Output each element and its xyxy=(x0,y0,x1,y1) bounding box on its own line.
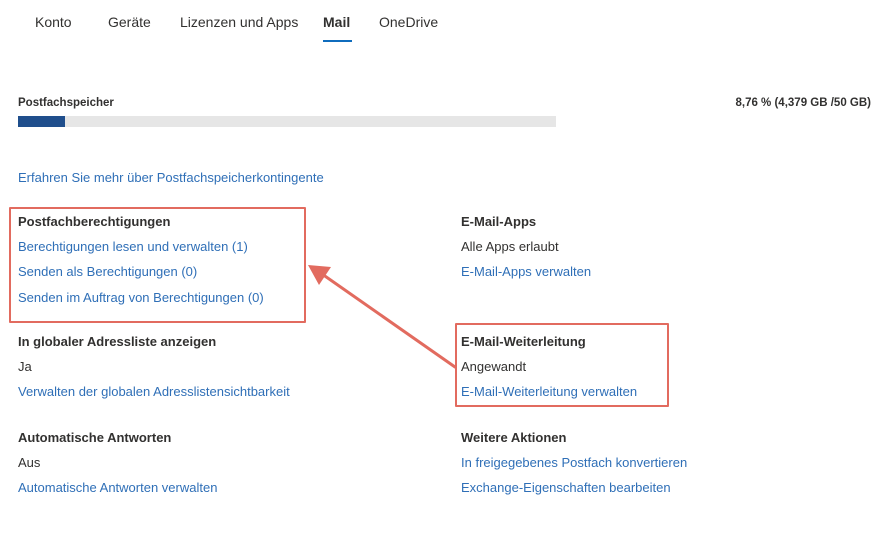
mailbox-storage-bar xyxy=(18,116,556,127)
edit-exchange-properties-link[interactable]: Exchange-Eigenschaften bearbeiten xyxy=(461,480,671,495)
gal-heading: In globaler Adressliste anzeigen xyxy=(18,334,217,349)
mailbox-storage-label: Postfachspeicher xyxy=(18,97,114,109)
convert-to-shared-mailbox-link[interactable]: In freigegebenes Postfach konvertieren xyxy=(461,455,687,470)
mailbox-storage-value: 8,76 % (4,379 GB /50 GB) xyxy=(735,97,871,109)
tab-geraete[interactable]: Geräte xyxy=(108,14,151,30)
auto-replies-status: Aus xyxy=(18,455,41,470)
permissions-highlight-box xyxy=(9,207,306,323)
tab-konto[interactable]: Konto xyxy=(35,14,72,30)
manage-gal-visibility-link[interactable]: Verwalten der globalen Adresslistensicht… xyxy=(18,384,290,399)
tab-onedrive[interactable]: OneDrive xyxy=(379,14,438,30)
mail-apps-heading: E-Mail-Apps xyxy=(461,214,537,229)
learn-more-storage-link[interactable]: Erfahren Sie mehr über Postfachspeicherk… xyxy=(18,170,324,185)
more-actions-heading: Weitere Aktionen xyxy=(461,430,567,445)
auto-replies-heading: Automatische Antworten xyxy=(18,430,172,445)
mailbox-storage-bar-fill xyxy=(18,116,66,127)
gal-status: Ja xyxy=(18,359,32,374)
tab-mail[interactable]: Mail xyxy=(323,14,350,30)
tab-lizenzen-und-apps[interactable]: Lizenzen und Apps xyxy=(180,14,298,30)
mail-apps-status: Alle Apps erlaubt xyxy=(461,239,559,254)
active-tab-indicator xyxy=(323,40,352,42)
forwarding-highlight-box xyxy=(455,323,669,407)
manage-mail-apps-link[interactable]: E-Mail-Apps verwalten xyxy=(461,264,591,279)
manage-auto-replies-link[interactable]: Automatische Antworten verwalten xyxy=(18,480,217,495)
